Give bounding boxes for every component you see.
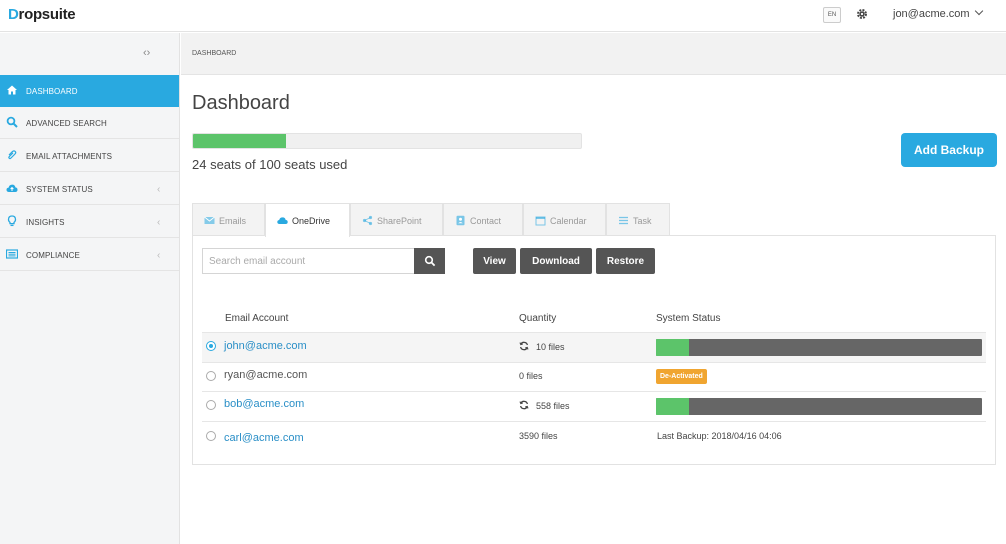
seats-used-text: 24 seats of 100 seats used [192,157,348,172]
sidebar-item-dashboard[interactable]: DASHBOARD [0,75,179,107]
user-menu[interactable]: jon@acme.com [893,6,983,20]
contact-icon [456,215,465,226]
language-selector[interactable]: EN [823,7,841,23]
sidebar-item-insights[interactable]: INSIGHTS ‹ [0,206,179,238]
quantity-value: 10 files [536,342,565,352]
cloud-icon [6,184,18,192]
row-select-radio[interactable] [206,371,216,381]
sidebar-item-email-attachments[interactable]: EMAIL ATTACHMENTS [0,140,179,172]
last-backup-text: Last Backup: 2018/04/16 04:06 [657,431,782,441]
seats-progress-fill [193,134,287,148]
chevron-down-icon [974,6,983,16]
tab-emails[interactable]: Emails [192,203,265,236]
divider [202,391,986,392]
tab-calendar[interactable]: Calendar [523,203,606,236]
view-button[interactable]: View [473,248,516,274]
sidebar: ‹› DASHBOARD ADVANCED SEARCH EMAIL ATTAC… [0,33,180,544]
tab-contact[interactable]: Contact [443,203,523,236]
lightbulb-icon [7,215,17,227]
paperclip-icon [8,150,17,160]
tab-sharepoint[interactable]: SharePoint [350,203,443,236]
chevron-left-icon[interactable]: ‹ [157,217,160,228]
download-button[interactable]: Download [520,248,592,274]
divider [202,421,986,422]
backup-progress-fill [656,398,689,415]
list-icon [6,249,18,259]
search-icon [424,255,436,267]
page-title: Dashboard [192,92,290,114]
breadcrumb-bar: DASHBOARD [181,33,1006,75]
sidebar-item-advanced-search[interactable]: ADVANCED SEARCH [0,107,179,139]
backup-progress-fill [656,339,689,356]
quantity-value: 3590 files [519,431,558,441]
divider [202,362,986,363]
quantity-value: 558 files [536,401,570,411]
search-icon [6,116,18,128]
collapse-sidebar-icon[interactable]: ‹› [143,47,150,59]
divider [202,332,986,333]
email-account-link[interactable]: bob@acme.com [224,398,304,410]
task-list-icon [619,216,628,225]
column-header-system-status[interactable]: System Status [656,313,720,324]
gear-icon[interactable] [855,7,869,21]
restore-button[interactable]: Restore [596,248,655,274]
row-select-radio[interactable] [206,341,216,351]
top-bar: Dropsuite EN jon@acme.com [0,0,1006,32]
column-header-quantity[interactable]: Quantity [519,313,556,324]
search-button[interactable] [414,248,445,274]
tab-task[interactable]: Task [606,203,670,236]
email-account-text: ryan@acme.com [224,369,308,381]
tab-onedrive[interactable]: OneDrive [265,203,350,237]
row-select-radio[interactable] [206,400,216,410]
seats-progress-bar [192,133,582,149]
home-icon [7,85,17,95]
chevron-left-icon[interactable]: ‹ [157,250,160,261]
email-account-link[interactable]: john@acme.com [224,340,307,352]
mail-icon [204,216,215,224]
add-backup-button[interactable]: Add Backup [901,133,997,167]
dropsuite-logo[interactable]: Dropsuite [8,6,76,23]
search-email-input[interactable] [202,248,414,274]
backup-progress-bar [656,339,982,356]
backup-progress-bar [656,398,982,415]
calendar-icon [535,216,546,226]
row-select-radio[interactable] [206,431,216,441]
email-account-link[interactable]: carl@acme.com [224,432,304,444]
sync-icon [519,400,529,410]
sidebar-item-system-status[interactable]: SYSTEM STATUS ‹ [0,173,179,205]
sync-icon [519,341,529,351]
cloud-icon [277,217,288,224]
breadcrumb[interactable]: DASHBOARD [192,50,236,57]
share-icon [362,215,373,226]
chevron-left-icon[interactable]: ‹ [157,184,160,195]
column-header-email-account[interactable]: Email Account [225,313,288,324]
status-badge: De-Activated [656,369,707,384]
sidebar-item-compliance[interactable]: COMPLIANCE ‹ [0,239,179,271]
quantity-value: 0 files [519,371,543,381]
